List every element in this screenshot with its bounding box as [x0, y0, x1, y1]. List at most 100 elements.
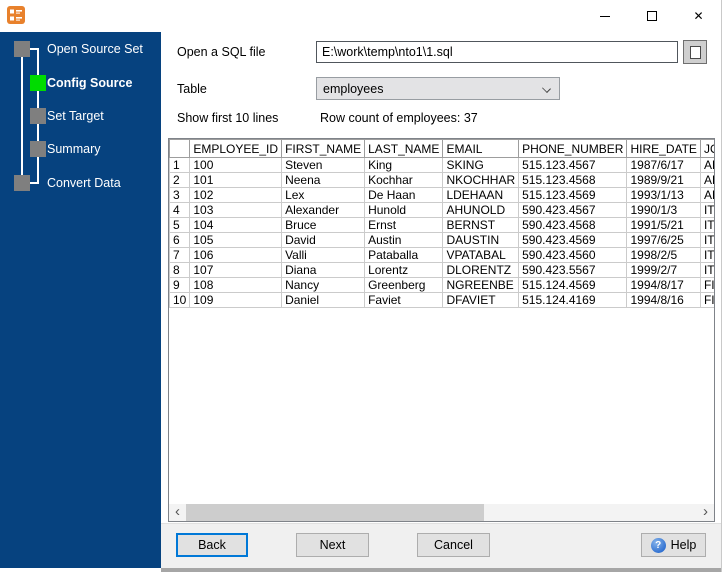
cancel-button[interactable]: Cancel	[417, 533, 490, 557]
column-header[interactable]: EMAIL	[442, 139, 520, 158]
table-cell[interactable]: 102	[189, 187, 283, 203]
table-cell[interactable]: Ernst	[364, 217, 444, 233]
table-cell[interactable]: 1989/9/21	[626, 172, 701, 188]
table-cell[interactable]: Bruce	[281, 217, 366, 233]
column-header[interactable]: JOB_ID	[699, 139, 714, 158]
table-cell[interactable]: IT_PROG	[699, 247, 714, 263]
help-button[interactable]: ? Help	[641, 533, 706, 557]
table-cell[interactable]: DAUSTIN	[442, 232, 520, 248]
column-header[interactable]: EMPLOYEE_ID	[189, 139, 283, 158]
browse-button[interactable]	[683, 40, 707, 64]
back-button[interactable]: Back	[176, 533, 248, 557]
table-cell[interactable]: Faviet	[364, 292, 444, 308]
table-cell[interactable]: Diana	[281, 262, 366, 278]
next-button[interactable]: Next	[296, 533, 369, 557]
table-cell[interactable]: 101	[189, 172, 283, 188]
table-cell[interactable]: 1998/2/5	[626, 247, 701, 263]
table-cell[interactable]: King	[364, 157, 444, 173]
horizontal-scrollbar[interactable]: ‹ ›	[169, 504, 714, 521]
table-cell[interactable]: David	[281, 232, 366, 248]
table-cell[interactable]: 1994/8/17	[626, 277, 701, 293]
table-cell[interactable]: Lorentz	[364, 262, 444, 278]
table-cell[interactable]: FI_MGR	[699, 277, 714, 293]
row-number-cell[interactable]: 2	[169, 172, 191, 188]
table-cell[interactable]: 103	[189, 202, 283, 218]
scroll-left-icon[interactable]: ‹	[169, 504, 186, 521]
table-cell[interactable]: DFAVIET	[442, 292, 520, 308]
table-cell[interactable]: 590.423.5567	[518, 262, 628, 278]
table-cell[interactable]: Steven	[281, 157, 366, 173]
table-cell[interactable]: 515.124.4569	[518, 277, 628, 293]
table-cell[interactable]: IT_PROG	[699, 202, 714, 218]
table-cell[interactable]: AHUNOLD	[442, 202, 520, 218]
table-cell[interactable]: 109	[189, 292, 283, 308]
table-cell[interactable]: 590.423.4567	[518, 202, 628, 218]
table-cell[interactable]: 1994/8/16	[626, 292, 701, 308]
table-cell[interactable]: Hunold	[364, 202, 444, 218]
table-cell[interactable]: 515.124.4169	[518, 292, 628, 308]
table-select[interactable]: employees	[316, 77, 560, 100]
minimize-icon[interactable]	[581, 0, 628, 32]
table-cell[interactable]: Daniel	[281, 292, 366, 308]
row-number-cell[interactable]: 10	[169, 292, 191, 308]
row-number-cell[interactable]: 7	[169, 247, 191, 263]
table-cell[interactable]: 104	[189, 217, 283, 233]
table-cell[interactable]: 107	[189, 262, 283, 278]
table-cell[interactable]: IT_PROG	[699, 262, 714, 278]
table-cell[interactable]: 1993/1/13	[626, 187, 701, 203]
column-header[interactable]: LAST_NAME	[364, 139, 444, 158]
table-cell[interactable]: 590.423.4568	[518, 217, 628, 233]
row-number-cell[interactable]: 4	[169, 202, 191, 218]
table-cell[interactable]: Alexander	[281, 202, 366, 218]
row-number-cell[interactable]: 1	[169, 157, 191, 173]
table-cell[interactable]: 590.423.4569	[518, 232, 628, 248]
table-cell[interactable]: Nancy	[281, 277, 366, 293]
row-number-header[interactable]	[169, 139, 191, 158]
table-cell[interactable]: 515.123.4568	[518, 172, 628, 188]
table-cell[interactable]: Kochhar	[364, 172, 444, 188]
table-cell[interactable]: NGREENBE	[442, 277, 520, 293]
table-cell[interactable]: FI_ACCOUNT	[699, 292, 714, 308]
column-header[interactable]: PHONE_NUMBER	[518, 139, 628, 158]
table-cell[interactable]: 105	[189, 232, 283, 248]
table-cell[interactable]: 1997/6/25	[626, 232, 701, 248]
scroll-right-icon[interactable]: ›	[697, 504, 714, 521]
table-cell[interactable]: De Haan	[364, 187, 444, 203]
column-header[interactable]: FIRST_NAME	[281, 139, 366, 158]
close-icon[interactable]: ✕	[675, 0, 721, 32]
table-cell[interactable]: 108	[189, 277, 283, 293]
table-cell[interactable]: 106	[189, 247, 283, 263]
row-number-cell[interactable]: 6	[169, 232, 191, 248]
table-cell[interactable]: Valli	[281, 247, 366, 263]
table-cell[interactable]: 590.423.4560	[518, 247, 628, 263]
table-cell[interactable]: IT_PROG	[699, 217, 714, 233]
scrollbar-thumb[interactable]	[186, 504, 484, 521]
table-cell[interactable]: Lex	[281, 187, 366, 203]
table-cell[interactable]: BERNST	[442, 217, 520, 233]
table-cell[interactable]: Greenberg	[364, 277, 444, 293]
table-cell[interactable]: 100	[189, 157, 283, 173]
table-cell[interactable]: Pataballa	[364, 247, 444, 263]
table-cell[interactable]: 1990/1/3	[626, 202, 701, 218]
row-number-cell[interactable]: 3	[169, 187, 191, 203]
table-cell[interactable]: LDEHAAN	[442, 187, 520, 203]
table-cell[interactable]: AD_VP	[699, 172, 714, 188]
table-cell[interactable]: 1987/6/17	[626, 157, 701, 173]
table-cell[interactable]: Austin	[364, 232, 444, 248]
table-cell[interactable]: SKING	[442, 157, 520, 173]
row-number-cell[interactable]: 5	[169, 217, 191, 233]
table-cell[interactable]: AD_PRES	[699, 157, 714, 173]
table-cell[interactable]: 515.123.4569	[518, 187, 628, 203]
table-cell[interactable]: AD_VP	[699, 187, 714, 203]
table-cell[interactable]: DLORENTZ	[442, 262, 520, 278]
sql-file-input[interactable]	[316, 41, 678, 63]
table-cell[interactable]: 1999/2/7	[626, 262, 701, 278]
maximize-icon[interactable]	[628, 0, 675, 32]
table-cell[interactable]: NKOCHHAR	[442, 172, 520, 188]
table-cell[interactable]: VPATABAL	[442, 247, 520, 263]
row-number-cell[interactable]: 9	[169, 277, 191, 293]
table-cell[interactable]: 515.123.4567	[518, 157, 628, 173]
table-cell[interactable]: Neena	[281, 172, 366, 188]
column-header[interactable]: HIRE_DATE	[626, 139, 701, 158]
row-number-cell[interactable]: 8	[169, 262, 191, 278]
